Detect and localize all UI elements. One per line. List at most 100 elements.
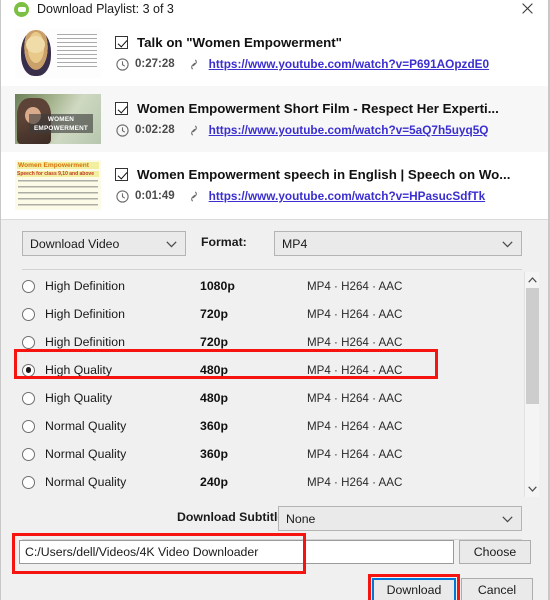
quality-resolution: 240p (200, 475, 229, 489)
video-thumbnail: Women Empowerment Speech for class 9,10 … (15, 160, 101, 210)
format-value: MP4 (282, 236, 308, 251)
quality-name: Normal Quality (45, 475, 127, 489)
quality-codec: MP4 · H264 · AAC (307, 419, 403, 433)
quality-list[interactable]: High Definition 1080p MP4 · H264 · AAC H… (2, 272, 534, 497)
quality-codec: MP4 · H264 · AAC (307, 363, 403, 377)
list-item[interactable]: WOMEN EMPOWERMENT Women Empowerment Shor… (1, 86, 549, 152)
quality-codec: MP4 · H264 · AAC (307, 279, 403, 293)
choose-button-label: Choose (473, 545, 517, 559)
quality-codec: MP4 · H264 · AAC (307, 335, 403, 349)
thumbnail-caption: WOMEN EMPOWERMENT (29, 114, 93, 133)
quality-name: High Definition (45, 307, 125, 321)
quality-resolution: 480p (200, 391, 229, 405)
download-playlist-dialog: Download Playlist: 3 of 3 Talk on "Women… (0, 0, 550, 600)
format-label: Format: (201, 235, 247, 249)
item-duration: 0:27:28 (135, 58, 175, 70)
download-button-label: Download (386, 583, 442, 597)
chevron-down-icon (166, 237, 177, 251)
item-checkbox[interactable] (115, 36, 128, 49)
list-item-info: Talk on "Women Empowerment" 0:27:28 http… (115, 35, 549, 71)
quality-resolution: 720p (200, 307, 229, 321)
link-icon (188, 58, 200, 71)
thumbnail-caption-line2: Speech for class 9,10 and above (17, 171, 99, 177)
item-checkbox[interactable] (115, 168, 128, 181)
quality-radio[interactable] (22, 279, 35, 293)
quality-resolution: 360p (200, 419, 229, 433)
list-item-info: Women Empowerment Short Film - Respect H… (115, 101, 549, 137)
quality-codec: MP4 · H264 · AAC (307, 391, 403, 405)
item-title: Women Empowerment speech in English | Sp… (137, 167, 511, 182)
quality-option-row-selected[interactable]: High Quality 480p MP4 · H264 · AAC (2, 356, 534, 384)
list-item[interactable]: Talk on "Women Empowerment" 0:27:28 http… (1, 20, 549, 86)
format-row: Download Video Format: MP4 (1, 231, 549, 257)
quality-codec: MP4 · H264 · AAC (307, 475, 403, 489)
quality-option-row[interactable]: Normal Quality 360p MP4 · H264 · AAC (2, 412, 534, 440)
quality-radio[interactable] (22, 419, 35, 433)
item-url-link[interactable]: https://www.youtube.com/watch?v=P691AOpz… (209, 57, 489, 71)
close-icon[interactable] (512, 0, 542, 18)
item-url-link[interactable]: https://www.youtube.com/watch?v=5aQ7h5uy… (209, 123, 489, 137)
quality-name: High Quality (45, 391, 112, 405)
quality-resolution: 480p (200, 363, 229, 377)
item-duration: 0:01:49 (135, 190, 175, 202)
app-logo-icon (14, 1, 29, 17)
quality-radio[interactable] (22, 307, 35, 321)
item-checkbox[interactable] (115, 102, 128, 115)
format-select[interactable]: MP4 (274, 231, 522, 256)
quality-name: High Definition (45, 279, 125, 293)
quality-codec: MP4 · H264 · AAC (307, 447, 403, 461)
quality-radio[interactable] (22, 447, 35, 461)
video-thumbnail: WOMEN EMPOWERMENT (15, 94, 101, 144)
quality-option-row[interactable]: High Definition 720p MP4 · H264 · AAC (2, 328, 534, 356)
download-mode-value: Download Video (30, 236, 120, 251)
video-thumbnail (15, 28, 101, 78)
item-duration: 0:02:28 (135, 124, 175, 136)
quality-list-scrollbar[interactable] (524, 272, 539, 497)
download-path-value: C:/Users/dell/Videos/4K Video Downloader (25, 545, 259, 559)
download-path-input[interactable]: C:/Users/dell/Videos/4K Video Downloader (19, 540, 454, 564)
quality-option-row[interactable]: High Definition 720p MP4 · H264 · AAC (2, 300, 534, 328)
quality-name: Normal Quality (45, 447, 127, 461)
list-item[interactable]: Women Empowerment Speech for class 9,10 … (1, 152, 549, 218)
thumbnail-caption-line1: Women Empowerment (17, 162, 99, 169)
window-left-edge (0, 0, 1, 600)
download-mode-select[interactable]: Download Video (22, 231, 186, 256)
clock-icon (116, 57, 129, 71)
quality-name: Normal Quality (45, 419, 127, 433)
playlist-list[interactable]: Talk on "Women Empowerment" 0:27:28 http… (1, 20, 549, 220)
clock-icon (116, 189, 129, 203)
quality-option-row[interactable]: High Quality 480p MP4 · H264 · AAC (2, 384, 534, 412)
item-title: Talk on "Women Empowerment" (137, 35, 342, 50)
download-button[interactable]: Download (372, 578, 456, 600)
choose-folder-button[interactable]: Choose (459, 540, 531, 564)
quality-option-row[interactable]: Normal Quality 360p MP4 · H264 · AAC (2, 440, 534, 468)
list-item-info: Women Empowerment speech in English | Sp… (115, 167, 549, 203)
link-icon (188, 190, 200, 203)
item-title: Women Empowerment Short Film - Respect H… (137, 101, 499, 116)
quality-resolution: 360p (200, 447, 229, 461)
quality-resolution: 1080p (200, 279, 235, 293)
quality-resolution: 720p (200, 335, 229, 349)
cancel-button[interactable]: Cancel (461, 578, 533, 600)
quality-radio[interactable] (22, 335, 35, 349)
quality-option-row[interactable]: High Definition 1080p MP4 · H264 · AAC (2, 272, 534, 300)
window-title: Download Playlist: 3 of 3 (37, 2, 174, 16)
quality-name: High Definition (45, 335, 125, 349)
item-url-link[interactable]: https://www.youtube.com/watch?v=HPasucSd… (209, 189, 486, 203)
title-bar: Download Playlist: 3 of 3 (0, 0, 550, 20)
divider (22, 269, 522, 270)
scroll-down-icon[interactable] (525, 481, 540, 497)
cancel-button-label: Cancel (477, 583, 517, 597)
quality-radio[interactable] (22, 363, 35, 377)
quality-radio[interactable] (22, 475, 35, 489)
chevron-down-icon (502, 512, 513, 526)
link-icon (188, 124, 200, 137)
quality-radio[interactable] (22, 391, 35, 405)
clock-icon (116, 123, 129, 137)
chevron-down-icon (502, 237, 513, 251)
scroll-up-icon[interactable] (525, 272, 540, 288)
quality-codec: MP4 · H264 · AAC (307, 307, 403, 321)
subtitles-select[interactable]: None (278, 506, 522, 531)
quality-option-row[interactable]: Normal Quality 240p MP4 · H264 · AAC (2, 468, 534, 496)
scrollbar-thumb[interactable] (526, 288, 539, 404)
